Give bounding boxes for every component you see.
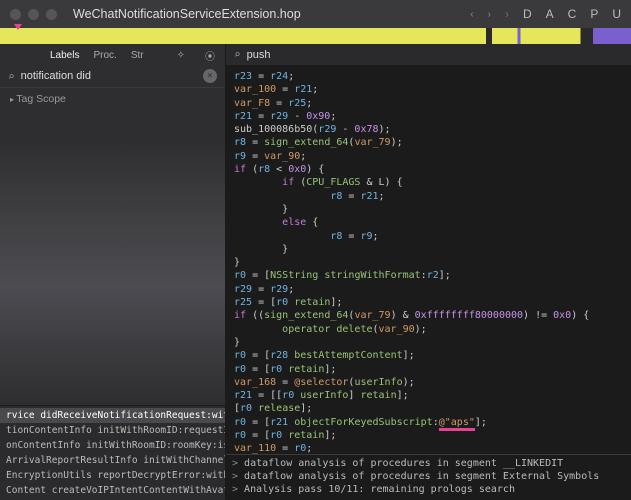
code-line[interactable]: var_110 = r0; xyxy=(234,442,631,454)
code-line[interactable]: r23 = r24; xyxy=(234,70,631,83)
code-line[interactable]: } xyxy=(234,256,631,269)
code-line[interactable]: r8 = r9; xyxy=(234,230,631,243)
sidebar: Labels Proc. Str ✧ ⦿ ⌕ ✕ Tag Scope rvice… xyxy=(0,44,226,500)
code-line[interactable]: r21 = r29 - 0x90; xyxy=(234,110,631,123)
main-pane: ⌕ r23 = r24;var_100 = r21;var_F8 = r25;r… xyxy=(226,44,631,500)
nav-separator-icon: › xyxy=(505,7,509,21)
code-line[interactable]: r25 = [r0 retain]; xyxy=(234,296,631,309)
code-line[interactable]: r0 = [NSString stringWithFormat:r2]; xyxy=(234,269,631,282)
code-line[interactable]: sub_100086b50(r29 - 0x78); xyxy=(234,123,631,136)
nav-back-button[interactable]: ‹ xyxy=(470,9,473,20)
sidebar-search: ⌕ ✕ xyxy=(0,65,225,88)
navigation-timeline[interactable] xyxy=(0,28,631,44)
search-result-row[interactable]: Content createVoIPIntentContentWithAvata… xyxy=(0,483,225,498)
code-line[interactable]: r9 = var_90; xyxy=(234,150,631,163)
close-icon[interactable] xyxy=(10,9,21,20)
code-line[interactable]: r21 = [[r0 userInfo] retain]; xyxy=(234,389,631,402)
code-line[interactable]: else { xyxy=(234,216,631,229)
sidebar-search-input[interactable] xyxy=(21,70,197,82)
code-line[interactable]: r8 = sign_extend_64(var_79); xyxy=(234,136,631,149)
code-line[interactable]: operator delete(var_90); xyxy=(234,323,631,336)
search-results: rvice didReceiveNotificationRequest:with… xyxy=(0,405,225,500)
console-line: Analysis pass 10/11: remaining prologs s… xyxy=(232,483,625,496)
code-line[interactable]: r29 = r29; xyxy=(234,283,631,296)
search-result-row[interactable]: rvice didReceiveNotificationRequest:with… xyxy=(0,408,225,423)
search-result-row[interactable]: EncryptionUtils reportDecryptError:withP… xyxy=(0,468,225,483)
tab-labels[interactable]: Labels xyxy=(50,50,79,61)
search-icon: ⌕ xyxy=(8,70,15,83)
code-line[interactable]: [r0 release]; xyxy=(234,402,631,415)
code-search: ⌕ xyxy=(226,44,631,66)
titlebar: WeChatNotificationServiceExtension.hop ‹… xyxy=(0,0,631,28)
code-line[interactable]: var_168 = @selector(userInfo); xyxy=(234,376,631,389)
code-line[interactable]: if (r8 < 0x0) { xyxy=(234,163,631,176)
search-result-row[interactable]: onContentInfo initWithRoomID:roomKey:isI… xyxy=(0,438,225,453)
code-line[interactable]: r8 = r21; xyxy=(234,190,631,203)
code-line[interactable]: var_F8 = r25; xyxy=(234,97,631,110)
options-icon[interactable]: ⦿ xyxy=(205,48,215,63)
tab-proc[interactable]: Proc. xyxy=(93,50,116,61)
search-result-row[interactable]: tionContentInfo initWithRoomID:requestID… xyxy=(0,423,225,438)
toolbar-d-button[interactable]: D xyxy=(523,7,532,21)
code-line[interactable]: } xyxy=(234,336,631,349)
console-line: dataflow analysis of procedures in segme… xyxy=(232,470,625,483)
sidebar-empty-area xyxy=(0,110,225,405)
minimize-icon[interactable] xyxy=(28,9,39,20)
tag-scope-toggle[interactable]: Tag Scope xyxy=(0,88,225,110)
code-line[interactable]: r0 = [r0 retain]; xyxy=(234,429,631,442)
code-search-input[interactable] xyxy=(247,49,623,61)
sidebar-tabs: Labels Proc. Str ✧ ⦿ xyxy=(0,44,225,65)
star-icon[interactable]: ✧ xyxy=(177,50,185,61)
toolbar-u-button[interactable]: U xyxy=(612,7,621,21)
search-icon: ⌕ xyxy=(234,48,241,61)
code-view[interactable]: r23 = r24;var_100 = r21;var_F8 = r25;r21… xyxy=(226,66,631,454)
search-result-row[interactable]: ArrivalReportResultInfo initWithChannel:… xyxy=(0,453,225,468)
console-line: dataflow analysis of procedures in segme… xyxy=(232,457,625,470)
tab-str[interactable]: Str xyxy=(131,50,144,61)
clear-search-button[interactable]: ✕ xyxy=(203,69,217,83)
code-line[interactable]: r0 = [r21 objectForKeyedSubscript:@"aps"… xyxy=(234,416,631,429)
toolbar-p-button[interactable]: P xyxy=(590,7,598,21)
code-line[interactable]: r0 = [r0 retain]; xyxy=(234,363,631,376)
code-line[interactable]: if (CPU_FLAGS & L) { xyxy=(234,176,631,189)
zoom-icon[interactable] xyxy=(46,9,57,20)
code-line[interactable]: } xyxy=(234,243,631,256)
toolbar-a-button[interactable]: A xyxy=(546,7,554,21)
window-controls[interactable] xyxy=(10,9,57,20)
console-output: dataflow analysis of procedures in segme… xyxy=(226,454,631,500)
code-line[interactable]: var_100 = r21; xyxy=(234,83,631,96)
window-title: WeChatNotificationServiceExtension.hop xyxy=(73,7,462,21)
nav-forward-button[interactable]: › xyxy=(488,9,491,20)
toolbar-c-button[interactable]: C xyxy=(568,7,577,21)
code-line[interactable]: if ((sign_extend_64(var_79) & 0xffffffff… xyxy=(234,309,631,322)
code-line[interactable]: } xyxy=(234,203,631,216)
code-line[interactable]: r0 = [r28 bestAttemptContent]; xyxy=(234,349,631,362)
